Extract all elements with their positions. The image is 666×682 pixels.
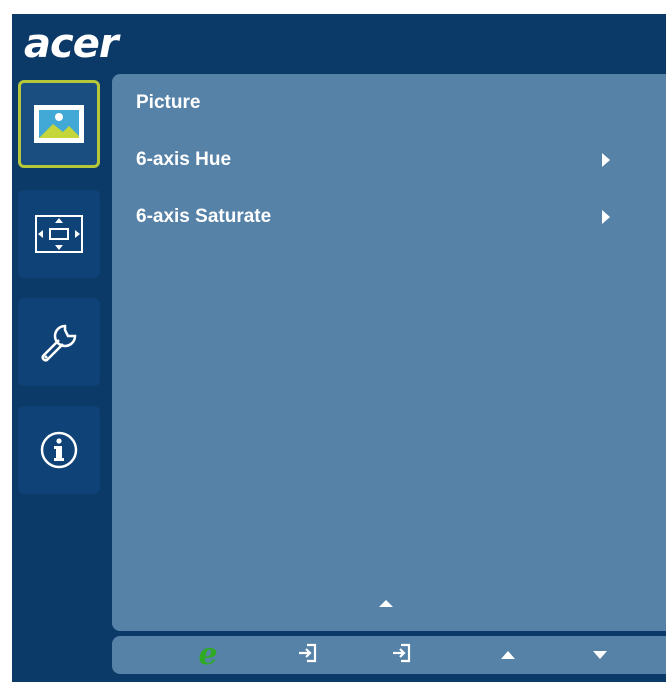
sidebar-item-settings[interactable] [18,298,100,386]
menu-title: Picture [136,92,201,113]
sidebar-item-info[interactable] [18,406,100,494]
menu-panel: Picture 6-axis Hue 6-axis Saturate [112,74,666,631]
input-button[interactable] [288,636,328,674]
e-mode-button[interactable]: e [188,636,228,674]
down-button[interactable] [580,636,620,674]
picture-icon [33,104,85,144]
menu-item-6-axis-saturate[interactable]: 6-axis Saturate [136,202,271,232]
up-arrow-icon [501,651,515,659]
submenu-arrow-icon [602,153,610,167]
acer-logo: acer [24,21,119,67]
up-button[interactable] [488,636,528,674]
input-button[interactable] [382,636,422,674]
input-icon [391,642,413,669]
osd-window: acer Picture 6-axis Hue 6-axis Saturate … [12,14,666,682]
info-icon [39,430,79,470]
settings-wrench-icon [37,320,81,364]
input-icon [297,642,319,669]
button-bar: e [112,636,666,674]
sidebar-item-display[interactable] [18,190,100,278]
scroll-up-icon[interactable] [379,600,393,607]
display-position-icon [34,214,84,254]
menu-item-6-axis-hue[interactable]: 6-axis Hue [136,145,231,175]
down-arrow-icon [593,651,607,659]
sidebar-item-picture[interactable] [18,80,100,168]
submenu-arrow-icon [602,210,610,224]
